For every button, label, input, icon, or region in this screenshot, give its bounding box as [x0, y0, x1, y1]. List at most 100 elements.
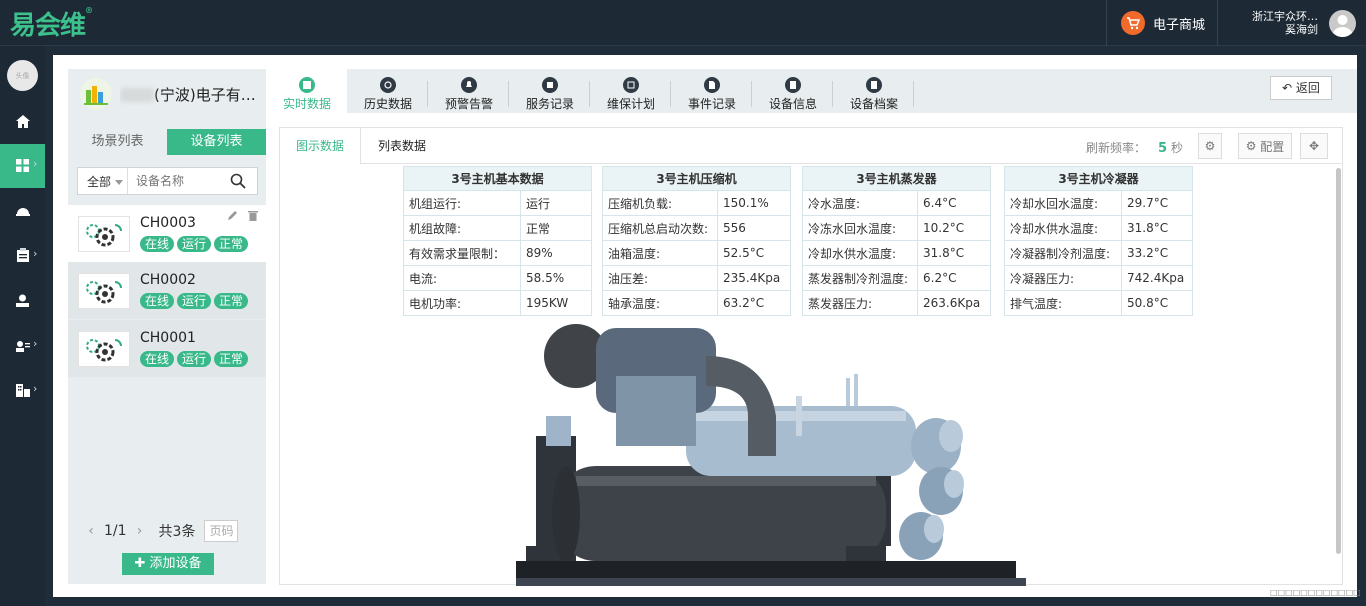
device-thumbnail-icon: [78, 215, 130, 252]
device-nav[interactable]: ›: [0, 144, 45, 188]
next-page-icon[interactable]: ›: [131, 523, 149, 539]
tab-maintenance-plan[interactable]: 维保计划: [591, 69, 671, 113]
app-logo[interactable]: 易会维®: [10, 5, 93, 42]
top-bar: 易会维® 电子商城 浙江宇众环… 奚海剑: [0, 0, 1366, 46]
row-value: 89%: [520, 240, 592, 266]
data-table-evaporator: 3号主机蒸发器 冷水温度: 6.4°C 冷冻水回水温度: 10.2°C 冷却水供水温…: [802, 166, 991, 316]
page-number-input[interactable]: 页码: [204, 520, 239, 542]
tab-scene-list[interactable]: 场景列表: [68, 129, 167, 155]
blurred-company-prefix: [120, 88, 154, 102]
chevron-right-icon: ›: [33, 337, 38, 350]
tab-history-data[interactable]: 历史数据: [348, 69, 428, 113]
corner-text: □□□□□□□□□□□□: [1270, 588, 1361, 597]
device-item[interactable]: CH0001 在线 运行 正常: [68, 320, 266, 377]
top-tabs: 实时数据 历史数据 预警告警 服务记录 维保计划 事件记录 设备信息 设备档案: [267, 69, 1357, 113]
device-thumbnail-icon: [78, 272, 130, 309]
prev-page-icon[interactable]: ‹: [82, 523, 100, 539]
tab-event-records[interactable]: 事件记录: [672, 69, 752, 113]
status-badge-normal: 正常: [214, 236, 249, 252]
nav-avatar[interactable]: 头像: [7, 60, 38, 91]
person-icon: [16, 292, 29, 311]
archive-icon: [866, 77, 882, 93]
plus-icon: ✚: [134, 556, 150, 571]
service-nav[interactable]: [0, 189, 45, 233]
tab-device-info[interactable]: 设备信息: [753, 69, 833, 113]
total-count: 共3条: [158, 524, 196, 540]
clipboard-icon: [16, 247, 29, 266]
tab-device-list[interactable]: 设备列表: [167, 129, 266, 155]
row-label: 蒸发器制冷剂温度:: [802, 265, 918, 291]
row-label: 排气温度:: [1004, 290, 1122, 316]
search-input[interactable]: [128, 174, 228, 188]
device-item[interactable]: CH0002 在线 运行 正常: [68, 262, 266, 319]
device-item[interactable]: CH0003 在线 运行 正常: [68, 205, 266, 262]
add-device-button[interactable]: ✚ 添加设备: [122, 553, 214, 575]
company-logo-icon: [80, 78, 112, 110]
clipboard-nav[interactable]: ›: [0, 234, 45, 278]
tab-service-records[interactable]: 服务记录: [510, 69, 590, 113]
row-value: 150.1%: [717, 190, 791, 216]
realtime-icon: [299, 77, 315, 93]
table-title: 3号主机蒸发器: [802, 166, 991, 191]
contacts-icon: [15, 337, 30, 356]
row-value: 263.6Kpa: [917, 290, 991, 316]
user-avatar[interactable]: [1329, 10, 1356, 37]
row-label: 冷却水供水温度:: [802, 240, 918, 266]
data-table-condenser: 3号主机冷凝器 冷却水回水温度: 29.7°C 冷却水供水温度: 31.8°C 冷凝…: [1004, 166, 1193, 316]
company-name: (宁波)电子有…: [120, 84, 265, 105]
user-nav[interactable]: [0, 279, 45, 323]
search-icon[interactable]: [230, 173, 246, 189]
status-badge-online: 在线: [140, 236, 175, 252]
vertical-scrollbar[interactable]: [1336, 168, 1341, 554]
refresh-value[interactable]: 5: [1158, 141, 1167, 156]
move-button[interactable]: ✥: [1300, 133, 1328, 159]
trash-icon[interactable]: [248, 210, 258, 224]
data-table-compressor: 3号主机压缩机 压缩机负载: 150.1% 压缩机总启动次数: 556 油箱温度: 5…: [602, 166, 791, 316]
tab-list-data[interactable]: 列表数据: [362, 128, 442, 164]
chevron-right-icon: ›: [33, 382, 38, 395]
row-value: 742.4Kpa: [1121, 265, 1193, 291]
tab-chart-data[interactable]: 图示数据: [280, 128, 362, 164]
refresh-settings-button[interactable]: ⚙: [1198, 133, 1222, 159]
tab-alerts[interactable]: 预警告警: [429, 69, 509, 113]
chiller-illustration: [516, 324, 1026, 586]
filter-select[interactable]: 全部: [78, 168, 128, 194]
device-code: CH0002: [140, 272, 196, 288]
back-button[interactable]: ↶ 返回: [1270, 76, 1332, 100]
row-label: 蒸发器压力:: [802, 290, 918, 316]
search-bar: 全部: [77, 167, 258, 195]
row-label: 电流:: [403, 265, 521, 291]
row-label: 冷凝器压力:: [1004, 265, 1122, 291]
refresh-rate: 刷新频率： 5 秒: [1086, 141, 1183, 156]
user-menu[interactable]: 浙江宇众环… 奚海剑: [1222, 0, 1366, 46]
user-company: 浙江宇众环…: [1252, 10, 1318, 23]
shop-link[interactable]: 电子商城: [1106, 0, 1218, 46]
tab-device-archive[interactable]: 设备档案: [834, 69, 914, 113]
status-badge-running: 运行: [177, 293, 212, 309]
config-button[interactable]: ⚙ 配置: [1238, 133, 1292, 159]
row-value: 正常: [520, 215, 592, 241]
device-panel: (宁波)电子有… 场景列表 设备列表 全部 CH0003 在线运行正常: [68, 69, 266, 584]
grid-icon: [16, 157, 29, 176]
device-code: CH0001: [140, 330, 196, 346]
building-nav[interactable]: ›: [0, 369, 45, 413]
helmet-icon: [15, 202, 30, 221]
status-badge-normal: 正常: [214, 351, 249, 367]
cart-icon: [1121, 11, 1145, 35]
tab-realtime-data[interactable]: 实时数据: [267, 69, 347, 113]
row-value: 6.4°C: [917, 190, 991, 216]
row-value: 31.8°C: [1121, 215, 1193, 241]
row-value: 50.8°C: [1121, 290, 1193, 316]
home-nav[interactable]: [0, 100, 45, 144]
user-name: 奚海剑: [1285, 23, 1318, 36]
service-icon: [542, 77, 558, 93]
row-label: 电机功率:: [403, 290, 521, 316]
back-arrow-icon: ↶: [1282, 81, 1296, 95]
row-label: 轴承温度:: [602, 290, 718, 316]
row-value: 235.4Kpa: [717, 265, 791, 291]
edit-icon[interactable]: [227, 210, 238, 224]
building-icon: [15, 382, 30, 401]
row-value: 33.2°C: [1121, 240, 1193, 266]
status-badge-running: 运行: [177, 236, 212, 252]
contacts-nav[interactable]: ›: [0, 324, 45, 368]
